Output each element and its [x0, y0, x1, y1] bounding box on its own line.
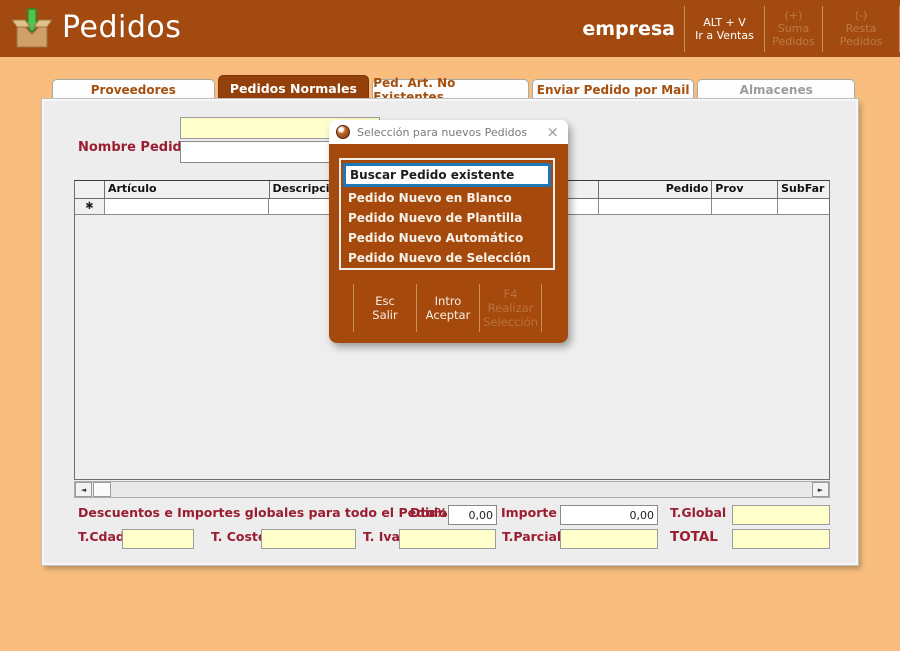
- f4-realizar-seleccion-button[interactable]: F4 Realizar Selección: [479, 284, 542, 332]
- tcoste-input[interactable]: [261, 529, 356, 549]
- cell-articulo[interactable]: [105, 199, 270, 215]
- shortcut-label: Intro: [435, 294, 462, 308]
- new-row-selector[interactable]: ✱: [75, 199, 105, 215]
- list-item-buscar-pedido-existente[interactable]: Buscar Pedido existente: [343, 163, 551, 187]
- total-input[interactable]: [732, 529, 830, 549]
- tab-proveedores[interactable]: Proveedores: [52, 79, 215, 100]
- nombre-pedido-label: Nombre Pedido: [78, 140, 191, 155]
- button-label: Selección: [483, 315, 538, 329]
- tcdad-label: T.Cdad: [78, 529, 125, 544]
- tab-enviar-pedido-por-mail[interactable]: Enviar Pedido por Mail: [532, 79, 695, 100]
- tglobal-input[interactable]: [732, 505, 830, 525]
- shortcut-label: ALT + V: [703, 16, 746, 29]
- scrollbar-track[interactable]: [111, 482, 812, 497]
- scroll-right-icon[interactable]: ►: [812, 482, 829, 497]
- tparcial-label: T.Parcial: [502, 529, 561, 544]
- column-header-subfar[interactable]: SubFar: [778, 181, 829, 199]
- horizontal-scrollbar: ◄ ►: [74, 481, 830, 498]
- page-title: Pedidos: [62, 10, 181, 45]
- tab-ped-art-no-existentes[interactable]: Ped. Art. No Existentes: [372, 79, 529, 100]
- button-label: Aceptar: [426, 308, 471, 322]
- tiva-label: T. Iva: [363, 529, 400, 544]
- row-selector-header: [75, 181, 105, 199]
- button-label: Ir a Ventas: [695, 29, 754, 42]
- shortcut-label: (+): [785, 9, 803, 22]
- dialog-app-icon: [336, 125, 350, 139]
- suma-pedidos-button[interactable]: (+) Suma Pedidos: [764, 6, 822, 52]
- shortcut-label: (-): [855, 9, 868, 22]
- column-header-prov[interactable]: Prov: [712, 181, 778, 199]
- list-item-pedido-nuevo-automatico[interactable]: Pedido Nuevo Automático: [341, 228, 553, 248]
- importe-input[interactable]: [560, 505, 658, 525]
- button-label: Realizar: [488, 301, 534, 315]
- button-label: Pedidos: [772, 35, 815, 48]
- header-actions: empresa ALT + V Ir a Ventas (+) Suma Ped…: [582, 0, 900, 57]
- dialog-title: Selección para nuevos Pedidos: [350, 126, 544, 139]
- tab-bar: Proveedores Pedidos Normales Ped. Art. N…: [42, 75, 858, 100]
- cell-prov[interactable]: [712, 199, 778, 215]
- app-window: Pedidos empresa ALT + V Ir a Ventas (+) …: [0, 0, 900, 651]
- go-to-sales-button[interactable]: ALT + V Ir a Ventas: [684, 6, 764, 52]
- tglobal-label: T.Global: [670, 505, 726, 520]
- close-icon[interactable]: ×: [544, 125, 561, 140]
- new-order-selection-dialog: Selección para nuevos Pedidos × Buscar P…: [329, 120, 568, 343]
- intro-aceptar-button[interactable]: Intro Aceptar: [416, 284, 479, 332]
- tiva-input[interactable]: [399, 529, 496, 549]
- tab-pedidos-normales[interactable]: Pedidos Normales: [218, 75, 370, 100]
- list-item-pedido-nuevo-de-seleccion[interactable]: Pedido Nuevo de Selección: [341, 248, 553, 268]
- shortcut-label: F4: [504, 287, 518, 301]
- resta-pedidos-button[interactable]: (-) Resta Pedidos: [822, 6, 900, 52]
- button-label: Salir: [372, 308, 397, 322]
- dialog-buttons: Esc Salir Intro Aceptar F4 Realizar Sele…: [353, 284, 542, 332]
- shortcut-label: Esc: [375, 294, 395, 308]
- titlebar: Pedidos empresa ALT + V Ir a Ventas (+) …: [0, 0, 900, 57]
- orders-box-icon: [10, 5, 54, 51]
- scrollbar-thumb[interactable]: [93, 482, 111, 497]
- button-label: Resta: [846, 22, 877, 35]
- company-name: empresa: [582, 18, 675, 40]
- cell-subfar[interactable]: [778, 199, 829, 215]
- list-item-pedido-nuevo-en-blanco[interactable]: Pedido Nuevo en Blanco: [341, 188, 553, 208]
- column-header-pedido[interactable]: Pedido: [599, 181, 713, 199]
- tparcial-input[interactable]: [560, 529, 658, 549]
- cell-pedido[interactable]: [599, 199, 713, 215]
- discounts-section-label: Descuentos e Importes globales para todo…: [78, 505, 447, 520]
- dialog-body: Buscar Pedido existente Pedido Nuevo en …: [329, 144, 568, 343]
- dialog-option-list: Buscar Pedido existente Pedido Nuevo en …: [339, 158, 555, 270]
- esc-salir-button[interactable]: Esc Salir: [353, 284, 416, 332]
- dialog-titlebar[interactable]: Selección para nuevos Pedidos ×: [329, 120, 568, 144]
- tcdad-input[interactable]: [122, 529, 194, 549]
- dto-input[interactable]: [448, 505, 497, 525]
- tab-almacenes[interactable]: Almacenes: [697, 79, 855, 100]
- button-label: Pedidos: [840, 35, 883, 48]
- scroll-left-icon[interactable]: ◄: [75, 482, 92, 497]
- column-header-articulo[interactable]: Artículo: [105, 181, 270, 199]
- importe-label: Importe: [501, 505, 557, 520]
- total-label: TOTAL: [670, 529, 718, 545]
- tcoste-label: T. Coste: [211, 529, 266, 544]
- button-label: Suma: [778, 22, 809, 35]
- list-item-pedido-nuevo-de-plantilla[interactable]: Pedido Nuevo de Plantilla: [341, 208, 553, 228]
- dto-label: Dto%: [410, 505, 447, 520]
